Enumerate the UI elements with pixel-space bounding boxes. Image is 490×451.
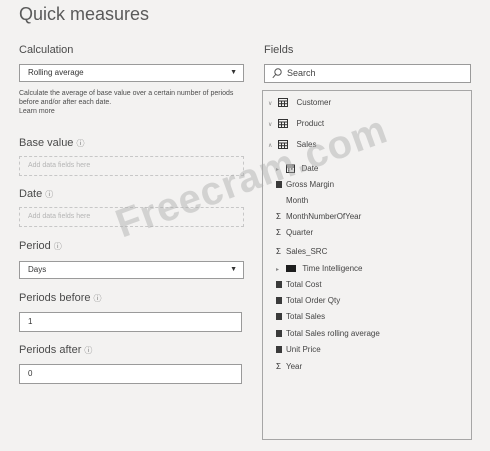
periods-before-text: Periods before <box>19 292 91 304</box>
calculator-icon <box>276 297 282 304</box>
field-row-monthnumberofyear[interactable]: Σ MonthNumberOfYear <box>276 212 361 221</box>
calculator-icon <box>276 313 282 320</box>
field-row-unit-price[interactable]: Unit Price <box>276 345 321 354</box>
calculation-description: Calculate the average of base value over… <box>19 89 245 116</box>
field-label: MonthNumberOfYear <box>286 212 362 221</box>
field-label: Time Intelligence <box>302 264 363 273</box>
field-label: Total Sales rolling average <box>286 329 380 338</box>
calculator-icon <box>276 330 282 337</box>
periods-before-label: Periods before ⓘ <box>19 292 102 304</box>
chevron-down-icon: ▼ <box>230 266 237 273</box>
calculation-dropdown[interactable]: Rolling average ▼ <box>19 64 244 82</box>
chevron-down-icon[interactable]: ∨ <box>268 121 276 128</box>
folder-icon <box>286 265 297 272</box>
search-icon <box>272 68 282 79</box>
field-label: Total Sales <box>286 312 326 321</box>
periods-after-text: Periods after <box>19 344 82 356</box>
table-icon <box>278 119 289 128</box>
sigma-icon: Σ <box>276 247 281 256</box>
field-row-year[interactable]: Σ Year <box>276 362 302 371</box>
base-value-text: Base value <box>19 137 74 149</box>
info-icon: ⓘ <box>45 190 54 199</box>
table-row-product[interactable]: ∨ Product <box>268 119 324 128</box>
periods-after-label: Periods after ⓘ <box>19 344 92 356</box>
field-row-sales-src[interactable]: Σ Sales_SRC <box>276 247 327 256</box>
calculator-icon <box>276 346 282 353</box>
description-text: Calculate the average of base value over… <box>19 90 234 106</box>
field-row-total-sales-rolling-average[interactable]: Total Sales rolling average <box>276 329 380 338</box>
calculation-label: Calculation <box>19 44 74 56</box>
search-input[interactable]: Search <box>264 64 471 83</box>
period-dropdown[interactable]: Days ▼ <box>19 261 244 279</box>
field-row-quarter[interactable]: Σ Quarter <box>276 228 313 237</box>
periods-after-input[interactable]: 0 <box>19 364 242 384</box>
dialog-title: Quick measures <box>19 4 150 24</box>
info-icon: ⓘ <box>84 346 93 355</box>
date-text: Date <box>19 188 43 200</box>
base-value-label: Base value ⓘ <box>19 137 84 149</box>
date-label: Date ⓘ <box>19 188 53 200</box>
table-icon <box>278 98 289 107</box>
table-label: Customer <box>296 98 332 107</box>
table-row-customer[interactable]: ∨ Customer <box>268 98 331 107</box>
chevron-down-icon[interactable]: ∨ <box>268 100 276 107</box>
field-label: Total Order Qty <box>286 296 341 305</box>
field-label: Total Cost <box>286 280 322 289</box>
fields-label: Fields <box>264 44 294 56</box>
field-row-total-cost[interactable]: Total Cost <box>276 280 322 289</box>
info-icon: ⓘ <box>93 294 102 303</box>
field-label: Sales_SRC <box>286 247 328 256</box>
field-row-month[interactable]: Month <box>286 196 308 205</box>
sigma-icon: Σ <box>276 228 281 237</box>
calculator-icon <box>276 281 282 288</box>
search-placeholder: Search <box>287 68 316 78</box>
field-label: Year <box>286 362 303 371</box>
learn-more-link[interactable]: Learn more <box>19 107 245 116</box>
chevron-down-icon: ▼ <box>230 69 237 76</box>
field-label: Quarter <box>286 228 314 237</box>
periods-before-input[interactable]: 1 <box>19 312 242 332</box>
field-row-total-order-qty[interactable]: Total Order Qty <box>276 296 340 305</box>
info-icon: ⓘ <box>76 139 85 148</box>
field-label: Unit Price <box>286 345 321 354</box>
sigma-icon: Σ <box>276 212 281 221</box>
field-row-total-sales[interactable]: Total Sales <box>276 312 325 321</box>
field-row-time-intelligence[interactable]: ▸ Time Intelligence <box>276 264 363 273</box>
period-text: Period <box>19 240 51 252</box>
period-label: Period ⓘ <box>19 240 62 252</box>
table-label: Product <box>296 119 325 128</box>
field-label: Month <box>286 196 309 205</box>
info-icon: ⓘ <box>53 242 62 251</box>
chevron-right-icon[interactable]: ▸ <box>276 266 284 273</box>
sigma-icon: Σ <box>276 362 281 371</box>
period-value: Days <box>28 265 47 274</box>
calculation-value: Rolling average <box>28 68 84 77</box>
